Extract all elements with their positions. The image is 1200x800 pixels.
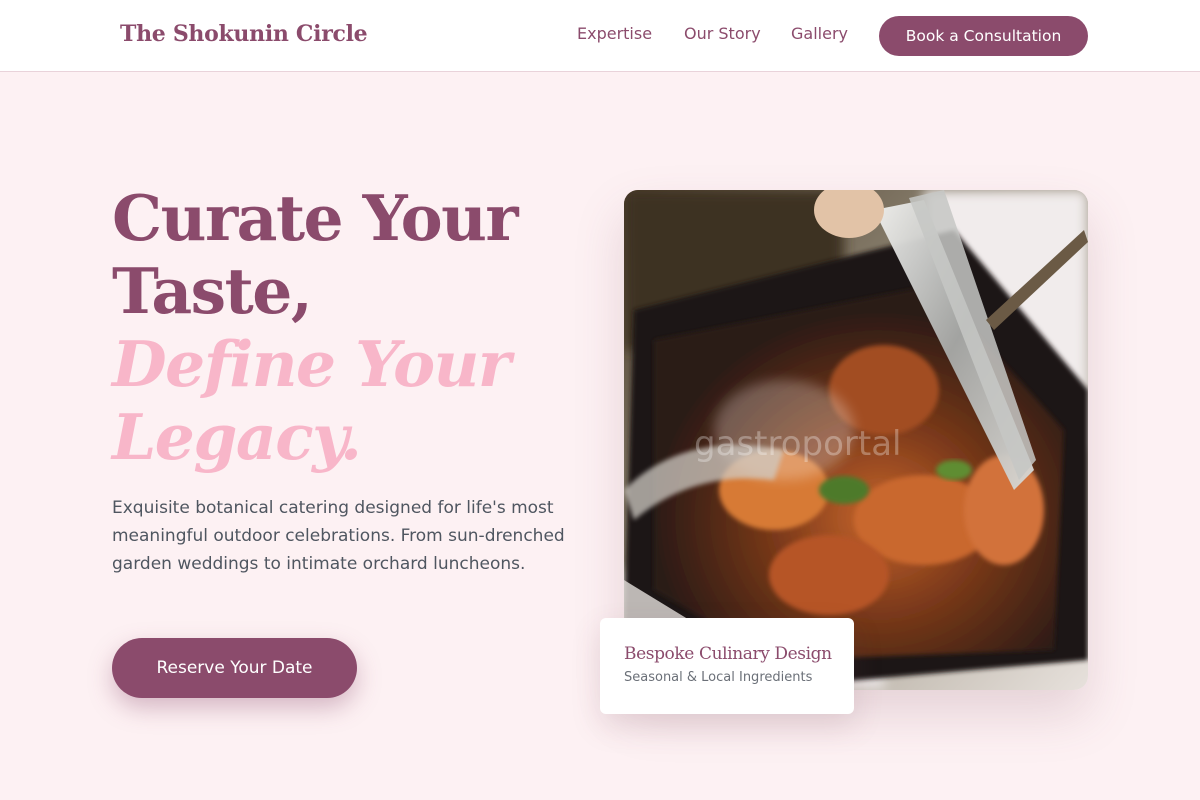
nav-link-gallery[interactable]: Gallery bbox=[791, 24, 848, 43]
headline-accent-line: Legacy. bbox=[112, 400, 362, 474]
nav-link-expertise[interactable]: Expertise bbox=[577, 24, 652, 43]
brand-logo[interactable]: The Shokunin Circle bbox=[120, 21, 368, 47]
image-watermark: gastroportal bbox=[694, 424, 901, 464]
book-consultation-button[interactable]: Book a Consultation bbox=[879, 16, 1088, 56]
headline-line: Curate Your bbox=[112, 181, 519, 255]
hero-description: Exquisite botanical catering designed fo… bbox=[112, 498, 565, 574]
hero-food-image: gastroportal bbox=[624, 190, 1088, 690]
headline-accent-line: Define Your bbox=[112, 327, 511, 401]
nav-link-our-story[interactable]: Our Story bbox=[684, 24, 761, 43]
headline-line: Taste, bbox=[112, 254, 313, 328]
hero-headline: Curate Your Taste, Define Your Legacy. bbox=[112, 182, 582, 474]
feature-card: Bespoke Culinary Design Seasonal & Local… bbox=[600, 618, 854, 714]
reserve-date-button[interactable]: Reserve Your Date bbox=[112, 638, 357, 698]
site-header: The Shokunin Circle Expertise Our Story … bbox=[0, 0, 1200, 72]
feature-card-title: Bespoke Culinary Design bbox=[624, 644, 832, 664]
feature-card-subtitle: Seasonal & Local Ingredients bbox=[624, 670, 813, 685]
